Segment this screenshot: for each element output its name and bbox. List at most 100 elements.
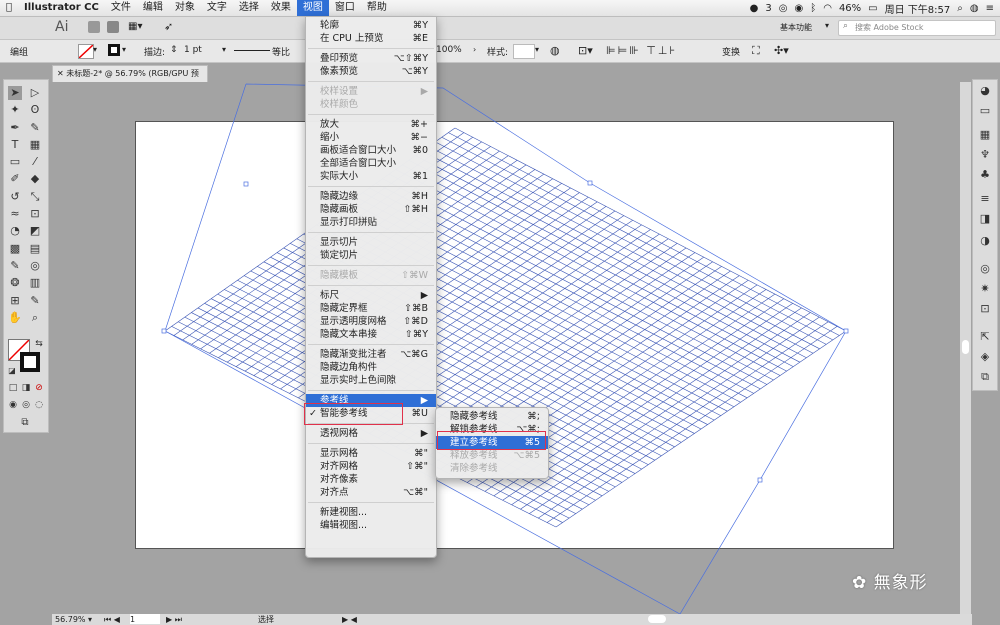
perspective-grid-icon[interactable]: ◩ bbox=[28, 224, 42, 238]
view-menu-item[interactable]: 实际大小 ⌘1 bbox=[306, 170, 436, 183]
appearance-icon[interactable]: ◎ bbox=[978, 262, 992, 276]
first-artboard-icon[interactable]: ⏮ ◀ bbox=[104, 614, 120, 625]
stroke-color-box[interactable] bbox=[20, 352, 40, 372]
eraser-icon[interactable]: ◆ bbox=[28, 172, 42, 186]
view-menu-item[interactable]: 隐藏渐变批注者 ⌥⌘G bbox=[306, 348, 436, 361]
menu-item-shortcut: ▶ bbox=[420, 86, 428, 97]
scroll-thumb[interactable] bbox=[962, 340, 969, 354]
symbol-sprayer-icon[interactable]: ❂ bbox=[8, 276, 22, 290]
stroke-panel-icon[interactable]: ≡ bbox=[978, 192, 992, 206]
horizontal-scroll-thumb[interactable] bbox=[648, 615, 666, 623]
gradient-mode-icon[interactable]: ◨ bbox=[19, 381, 33, 395]
color-guide-icon[interactable]: ▭ bbox=[978, 104, 992, 118]
scale-tool-icon[interactable]: ⤡ bbox=[28, 190, 42, 204]
free-transform-icon[interactable]: ⊡ bbox=[28, 207, 42, 221]
view-menu-item[interactable]: 隐藏边缘 ⌘H bbox=[306, 190, 436, 203]
next-artboard-icon[interactable]: ▶ ⏭ bbox=[166, 614, 182, 625]
view-menu-item[interactable]: 显示打印拼贴 bbox=[306, 216, 436, 229]
brushes-icon[interactable]: ♆ bbox=[978, 148, 992, 162]
view-menu-item[interactable]: 隐藏边角构件 bbox=[306, 361, 436, 374]
color-panel-icon[interactable]: ◕ bbox=[978, 84, 992, 98]
width-tool-icon[interactable]: ≈ bbox=[8, 207, 22, 221]
selection-handle[interactable] bbox=[587, 180, 593, 186]
view-menu-item[interactable]: 透视网格 ▶ bbox=[306, 427, 436, 440]
lasso-icon[interactable]: ʘ bbox=[28, 103, 42, 117]
draw-inside-icon[interactable]: ◌ bbox=[32, 398, 46, 412]
view-menu-item[interactable]: 全部适合窗口大小 bbox=[306, 157, 436, 170]
view-menu-item[interactable]: 编辑视图... bbox=[306, 519, 436, 532]
submenu-item-shortcut: ⌘; bbox=[527, 411, 540, 422]
view-menu-item[interactable]: 显示实时上色间隙 bbox=[306, 374, 436, 387]
view-menu-item[interactable]: 标尺 ▶ bbox=[306, 289, 436, 302]
selection-handle[interactable] bbox=[843, 328, 849, 334]
screen-mode-icon[interactable]: ⧉ bbox=[18, 416, 32, 430]
guides-submenu-item[interactable]: 隐藏参考线 ⌘; bbox=[436, 410, 548, 423]
selection-handle[interactable] bbox=[243, 181, 249, 187]
slice-tool-icon[interactable]: ✎ bbox=[28, 294, 42, 308]
swatches-icon[interactable]: ▦ bbox=[978, 128, 992, 142]
menu-item-label: 缩小 bbox=[320, 132, 340, 143]
view-menu-item[interactable]: 在 CPU 上预览 ⌘E bbox=[306, 32, 436, 45]
current-tool-status[interactable]: 选择 bbox=[258, 614, 274, 625]
hand-tool-icon[interactable]: ✋ bbox=[8, 311, 22, 325]
view-menu-item[interactable]: 对齐网格 ⇧⌘" bbox=[306, 460, 436, 473]
curvature-tool-icon[interactable]: ✎ bbox=[28, 121, 42, 135]
links-icon[interactable]: ⧉ bbox=[978, 370, 992, 384]
view-menu-item[interactable]: 隐藏定界框 ⇧⌘B bbox=[306, 302, 436, 315]
layers-icon[interactable]: ◈ bbox=[978, 350, 992, 364]
default-colors-icon[interactable]: ◪ bbox=[5, 364, 19, 378]
view-menu-item[interactable]: 轮廓 ⌘Y bbox=[306, 19, 436, 32]
gradient-panel-icon[interactable]: ◨ bbox=[978, 212, 992, 226]
color-mode-icon[interactable]: □ bbox=[6, 381, 20, 395]
direct-selection-tool-icon[interactable]: ▷ bbox=[28, 86, 42, 100]
type-tool-icon[interactable]: T bbox=[8, 138, 22, 152]
artboards-icon[interactable]: ⇱ bbox=[978, 330, 992, 344]
symbols-icon[interactable]: ♣ bbox=[978, 168, 992, 182]
vertical-scrollbar[interactable] bbox=[960, 82, 971, 614]
rectangle-tool-icon[interactable]: ▭ bbox=[8, 155, 22, 169]
artboard-number-input[interactable]: 1 bbox=[130, 614, 160, 624]
none-mode-icon[interactable]: ⊘ bbox=[32, 381, 46, 395]
shaper-tool-icon[interactable]: ✐ bbox=[8, 172, 22, 186]
zoom-tool-icon[interactable]: ⌕ bbox=[28, 311, 42, 325]
view-menu-item[interactable]: 显示透明度网格 ⇧⌘D bbox=[306, 315, 436, 328]
view-menu-item[interactable]: 新建视图... bbox=[306, 506, 436, 519]
view-menu-item[interactable]: 隐藏文本串接 ⇧⌘Y bbox=[306, 328, 436, 341]
view-menu-item[interactable]: 显示切片 bbox=[306, 236, 436, 249]
view-menu-item[interactable]: 放大 ⌘+ bbox=[306, 118, 436, 131]
shape-builder-icon[interactable]: ◔ bbox=[8, 224, 22, 238]
graphic-styles-icon[interactable]: ✷ bbox=[978, 282, 992, 296]
paintbrush-icon[interactable]: ⁄ bbox=[28, 155, 42, 169]
pen-tool-icon[interactable]: ✒ bbox=[8, 121, 22, 135]
view-menu-item[interactable]: 叠印预览 ⌥⇧⌘Y bbox=[306, 52, 436, 65]
mesh-tool-icon[interactable]: ▩ bbox=[8, 242, 22, 256]
selection-handle[interactable] bbox=[757, 477, 763, 483]
eyedropper-icon[interactable]: ✎ bbox=[8, 259, 22, 273]
graph-tool-icon[interactable]: ▥ bbox=[28, 276, 42, 290]
status-arrow-icon[interactable]: ▶ ◀ bbox=[342, 614, 357, 625]
view-menu-item[interactable]: 画板适合窗口大小 ⌘0 bbox=[306, 144, 436, 157]
view-menu-item[interactable]: 缩小 ⌘− bbox=[306, 131, 436, 144]
artboard-tool-icon[interactable]: ⊞ bbox=[8, 294, 22, 308]
view-menu-item[interactable]: 锁定切片 bbox=[306, 249, 436, 262]
magic-wand-icon[interactable]: ✦ bbox=[8, 103, 22, 117]
line-tool-icon[interactable]: ▦ bbox=[28, 138, 42, 152]
zoom-chevron-icon[interactable]: ▾ bbox=[88, 614, 92, 625]
draw-behind-icon[interactable]: ◎ bbox=[19, 398, 33, 412]
blend-tool-icon[interactable]: ◎ bbox=[28, 259, 42, 273]
view-menu-item[interactable]: 像素预览 ⌥⌘Y bbox=[306, 65, 436, 78]
view-menu-item[interactable]: 对齐点 ⌥⌘" bbox=[306, 486, 436, 499]
view-menu-item[interactable]: 对齐像素 bbox=[306, 473, 436, 486]
rotate-tool-icon[interactable]: ↺ bbox=[8, 190, 22, 204]
asset-export-icon[interactable]: ⊡ bbox=[978, 302, 992, 316]
selection-handle[interactable] bbox=[161, 328, 167, 334]
view-menu-item[interactable]: 显示网格 ⌘" bbox=[306, 447, 436, 460]
selection-tool-icon[interactable]: ➤ bbox=[8, 86, 22, 100]
draw-normal-icon[interactable]: ◉ bbox=[6, 398, 20, 412]
transparency-icon[interactable]: ◑ bbox=[978, 234, 992, 248]
menu-item-label: 透视网格 bbox=[320, 428, 359, 439]
swap-colors-icon[interactable]: ⇆ bbox=[32, 337, 46, 351]
gradient-tool-icon[interactable]: ▤ bbox=[28, 242, 42, 256]
zoom-level-select[interactable]: 56.79% bbox=[55, 614, 86, 625]
view-menu-item[interactable]: 隐藏画板 ⇧⌘H bbox=[306, 203, 436, 216]
